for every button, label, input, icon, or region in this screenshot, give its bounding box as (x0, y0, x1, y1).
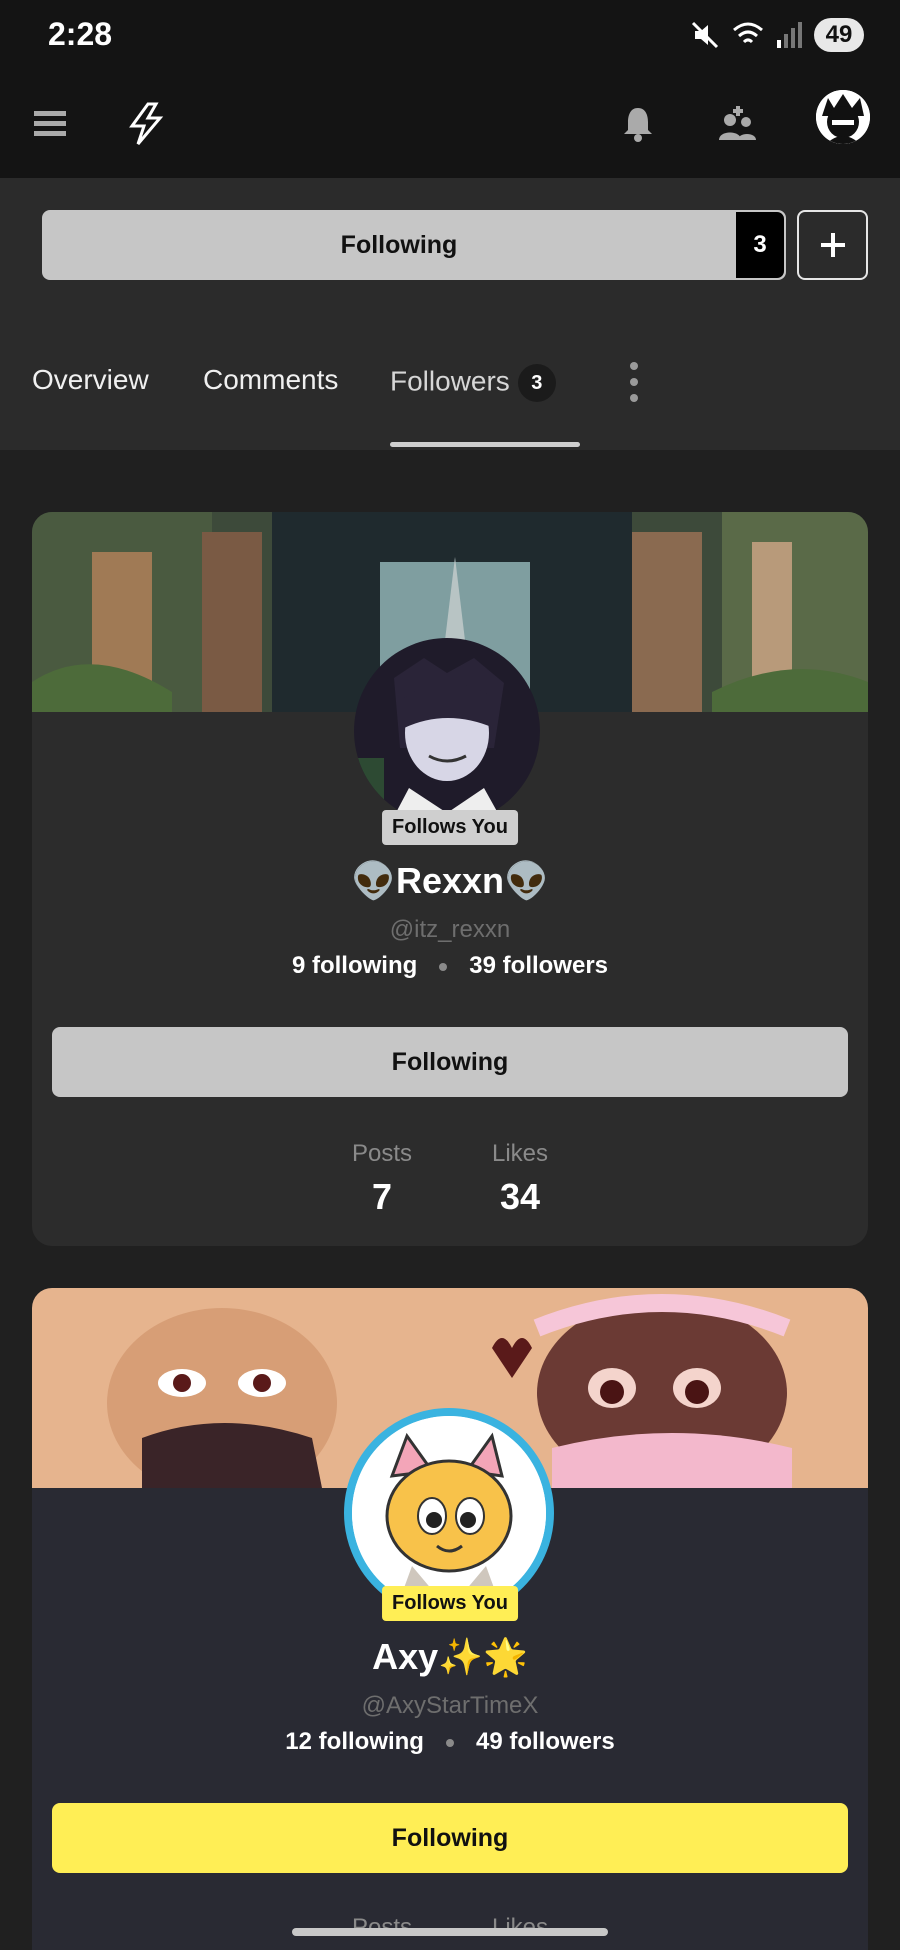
signal-icon (777, 22, 802, 48)
follower-handle: @AxyStarTimeX (361, 1692, 539, 1719)
profile-avatar[interactable] (816, 90, 870, 144)
separator-dot (445, 1738, 454, 1747)
mute-icon (691, 21, 719, 49)
followers-count[interactable]: 39 followers (469, 952, 608, 979)
status-bar: 2:28 49 (0, 0, 900, 70)
follow-area: Following 3 Overview Comments Followers 3 (0, 178, 900, 450)
separator-dot (439, 962, 448, 971)
tab-overview[interactable]: Overview (32, 364, 149, 396)
status-icons: 49 (690, 18, 864, 52)
posts-count: Posts 7 (352, 1140, 412, 1218)
follower-display-name: Axy✨🌟 (372, 1636, 528, 1677)
add-people-icon[interactable] (706, 92, 770, 156)
active-tab-indicator (390, 442, 580, 447)
following-button[interactable]: Following 3 (42, 210, 786, 280)
likes-label: Likes (492, 1140, 549, 1167)
following-button-label: Following (340, 230, 458, 259)
follower-counts: Posts 7 Likes 34 (32, 1140, 868, 1218)
follower-following-button[interactable]: Following (52, 1803, 848, 1873)
profile-tabs: Overview Comments Followers 3 (0, 340, 900, 450)
home-indicator[interactable] (292, 1928, 608, 1936)
follower-stats: 12 following 49 followers (32, 1728, 868, 1756)
status-time: 2:28 (48, 16, 113, 52)
battery-indicator: 49 (814, 18, 864, 52)
follower-card[interactable]: Follows You 👽Rexxn👽 @itz_rexxn 9 followi… (32, 512, 868, 1246)
follower-card[interactable]: Follows You Axy✨🌟 @AxyStarTimeX 12 follo… (32, 1288, 868, 1950)
follower-avatar[interactable] (354, 638, 540, 824)
following-count-badge: 3 (736, 212, 784, 278)
tab-comments[interactable]: Comments (203, 364, 338, 396)
likes-count: Likes 34 (492, 1140, 548, 1218)
tab-followers-label: Followers (390, 365, 510, 397)
bell-icon[interactable] (606, 92, 670, 156)
app-bar (0, 70, 900, 178)
plus-icon (820, 233, 845, 257)
hamburger-icon[interactable] (18, 92, 82, 156)
following-count[interactable]: 12 following (285, 1728, 424, 1755)
follower-stats: 9 following 39 followers (32, 952, 868, 980)
follower-following-button[interactable]: Following (52, 1027, 848, 1097)
follows-you-badge: Follows You (382, 1586, 518, 1621)
wifi-icon (733, 22, 763, 44)
posts-label: Posts (351, 1140, 412, 1167)
tab-followers[interactable]: Followers 3 (390, 364, 556, 402)
followers-count[interactable]: 49 followers (476, 1728, 615, 1755)
tab-followers-badge: 3 (517, 364, 556, 402)
lightning-logo-icon[interactable] (114, 92, 178, 156)
likes-value: 34 (499, 1176, 541, 1217)
follower-display-name: 👽Rexxn👽 (351, 860, 549, 901)
follower-handle: @itz_rexxn (389, 916, 511, 943)
more-options-icon[interactable] (626, 362, 642, 402)
posts-value: 7 (371, 1176, 392, 1217)
follows-you-badge: Follows You (382, 810, 518, 845)
plus-button[interactable] (797, 210, 868, 280)
following-count[interactable]: 9 following (292, 952, 417, 979)
